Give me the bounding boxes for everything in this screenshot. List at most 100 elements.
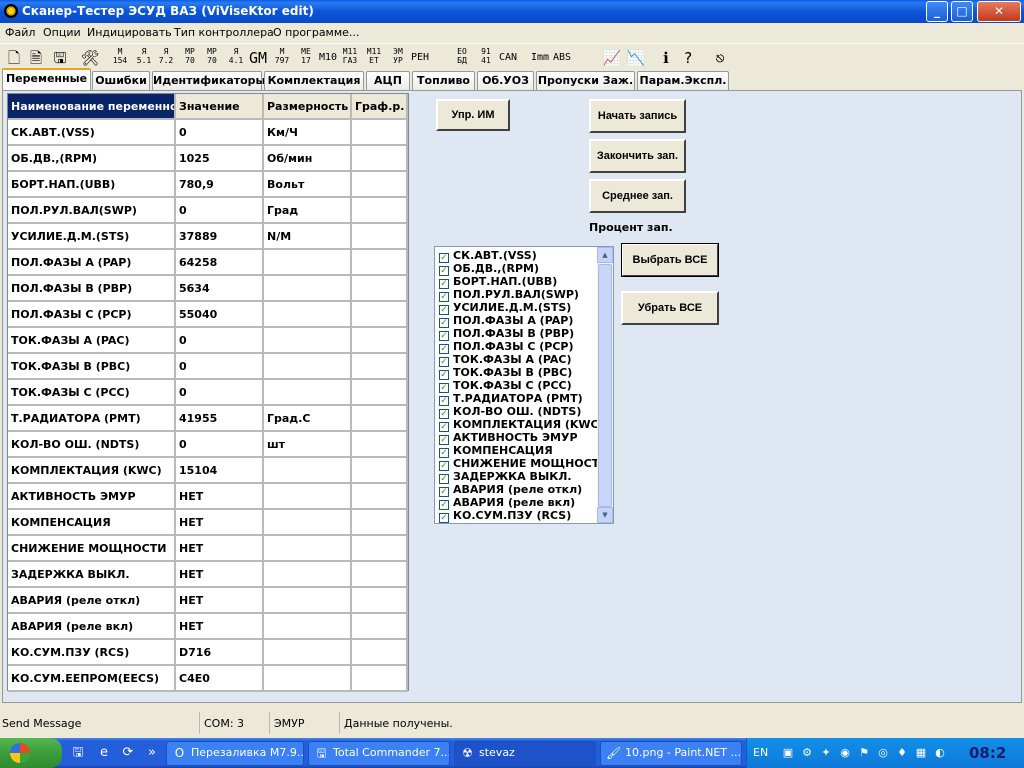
language-indicator[interactable]: EN (753, 746, 768, 759)
mp70b-icon[interactable]: MP 70 (202, 47, 222, 69)
imm-icon[interactable]: Imm (530, 47, 550, 69)
grid-row[interactable]: ПОЛ.РУЛ.ВАЛ(SWP) 0 Град (8, 198, 408, 224)
checklist-item[interactable]: ✓ ТОК.ФАЗЫ C (PCC) (439, 379, 572, 393)
exit-icon[interactable]: ⎋ (710, 47, 730, 69)
minimize-button[interactable]: _ (926, 1, 948, 22)
grid-row[interactable]: АВАРИЯ (реле вкл) НЕТ (8, 614, 408, 640)
reh-icon[interactable]: РЕН (410, 47, 430, 69)
checklist-item[interactable]: ✓ ТОК.ФАЗЫ А (PAC) (439, 353, 572, 367)
m11gaz-icon[interactable]: M11 ГАЗ (340, 47, 360, 69)
grid-row[interactable]: СК.АВТ.(VSS) 0 Км/Ч (8, 120, 408, 146)
tray-icon[interactable]: ◐ (933, 746, 947, 760)
doc-icon[interactable]: 🗎 (26, 47, 46, 69)
grid-row[interactable]: КО.СУМ.ПЗУ (RCS) D716 (8, 640, 408, 666)
tray-icon[interactable]: ♦ (895, 746, 909, 760)
grid-row[interactable]: КОЛ-ВО ОШ. (NDTS) 0 шт (8, 432, 408, 458)
tray-icon[interactable]: ⚙ (800, 746, 814, 760)
emur-icon[interactable]: ЭМ УР (388, 47, 408, 69)
grid-row[interactable]: АКТИВНОСТЬ ЭМУР НЕТ (8, 484, 408, 510)
checklist-item[interactable]: ✓ ПОЛ.ФАЗЫ C (PCP) (439, 340, 574, 354)
quicklaunch-app-icon[interactable]: ⟳ (120, 745, 136, 761)
m11et-icon[interactable]: M11 ET (364, 47, 384, 69)
maximize-button[interactable]: □ (951, 1, 973, 22)
m154-icon[interactable]: M 154 (110, 47, 130, 69)
checklist-item[interactable]: ✓ КОМПЕНСАЦИЯ (439, 444, 553, 458)
grid-row[interactable]: АВАРИЯ (реле откл) НЕТ (8, 588, 408, 614)
chart1-icon[interactable]: 📈 (602, 47, 622, 69)
tray-icon[interactable]: ⚑ (857, 746, 871, 760)
grid-row[interactable]: ТОК.ФАЗЫ B (PBC) 0 (8, 354, 408, 380)
grid-row[interactable]: ТОК.ФАЗЫ А (PAC) 0 (8, 328, 408, 354)
tab-identifiers[interactable]: Идентификаторы (152, 71, 266, 90)
checklist-item[interactable]: ✓ БОРТ.НАП.(UBB) (439, 275, 557, 289)
grid-row[interactable]: КОМПЛЕКТАЦИЯ (KWC) 15104 (8, 458, 408, 484)
taskbar-task[interactable]: O Перезаливка М7.9... (166, 741, 304, 766)
mp70a-icon[interactable]: MP 70 (180, 47, 200, 69)
quicklaunch-desktop-icon[interactable]: 🖫 (70, 745, 86, 761)
checklist-item[interactable]: ✓ ОБ.ДВ.,(RPM) (439, 262, 539, 276)
checklist-item[interactable]: ✓ СНИЖЕНИЕ МОЩНОСТИ (439, 457, 608, 471)
variables-grid[interactable]: Наименование переменной Значение Размернос… (7, 93, 409, 692)
checklist-item[interactable]: ✓ АВАРИЯ (реле вкл) (439, 496, 575, 510)
new-doc-icon[interactable]: 🗋 (4, 47, 24, 69)
grid-row[interactable]: СНИЖЕНИЕ МОЩНОСТИ НЕТ (8, 536, 408, 562)
checklist-item[interactable]: ✓ АКТИВНОСТЬ ЭМУР (439, 431, 578, 445)
start-button[interactable] (0, 738, 62, 768)
checklist-item[interactable]: ✓ ПОЛ.ФАЗЫ B (PBP) (439, 327, 574, 341)
tab-errors[interactable]: Ошибки (92, 71, 150, 90)
tab-configuration[interactable]: Комплектация (264, 71, 364, 90)
91-41-icon[interactable]: 91 41 (476, 47, 496, 69)
grid-header-cell[interactable]: Размерность (264, 94, 352, 120)
average-recording-button[interactable]: Среднее зап. (589, 179, 686, 213)
checklist-scrollbar[interactable]: ▲ ▼ (597, 247, 613, 523)
menu-about[interactable]: О программе... (273, 26, 359, 39)
checklist-item[interactable]: ✓ СК.АВТ.(VSS) (439, 249, 537, 263)
me17-icon[interactable]: ME 17 (296, 47, 316, 69)
grid-header-cell[interactable]: Граф.р. (352, 94, 408, 120)
tab-ignition-advance[interactable]: Об.УОЗ (477, 71, 534, 90)
grid-row[interactable]: КО.СУМ.ЕЕПРОМ(EECS) C4E0 (8, 666, 408, 692)
menu-file[interactable]: Файл (5, 26, 35, 39)
tab-operating-params[interactable]: Парам.Экспл. (637, 71, 729, 90)
tab-fuel[interactable]: Топливо (412, 71, 475, 90)
ya41-icon[interactable]: Я 4.1 (226, 47, 246, 69)
grid-row[interactable]: ПОЛ.ФАЗЫ C (PCP) 55040 (8, 302, 408, 328)
checklist-item[interactable]: ✓ ПОЛ.РУЛ.ВАЛ(SWP) (439, 288, 579, 302)
tray-icon[interactable]: ▣ (781, 746, 795, 760)
grid-row[interactable]: БОРТ.НАП.(UBB) 780,9 Вольт (8, 172, 408, 198)
tab-misfires[interactable]: Пропуски Заж. (536, 71, 635, 90)
tray-icon[interactable]: ▦ (914, 746, 928, 760)
grid-header-cell[interactable]: Значение (176, 94, 264, 120)
grid-row[interactable]: ПОЛ.ФАЗЫ А (PAP) 64258 (8, 250, 408, 276)
can-icon[interactable]: CAN (498, 47, 518, 69)
checklist-item[interactable]: ✓ КО.СУМ.ПЗУ (RCS) (439, 509, 571, 523)
eo-bd-icon[interactable]: ЕО БД (452, 47, 472, 69)
start-recording-button[interactable]: Начать запись (589, 99, 686, 133)
menu-display[interactable]: Индицировать (87, 26, 172, 39)
menu-controller-type[interactable]: Тип контроллера (174, 26, 274, 39)
actuator-control-button[interactable]: Упр. ИМ (436, 99, 510, 131)
grid-row[interactable]: КОМПЕНСАЦИЯ НЕТ (8, 510, 408, 536)
chart2-icon[interactable]: 📉 (626, 47, 646, 69)
scroll-up-arrow[interactable]: ▲ (597, 247, 613, 263)
scroll-thumb[interactable] (598, 264, 612, 507)
deselect-all-button[interactable]: Убрать ВСЕ (621, 291, 719, 325)
taskbar-task[interactable]: 🖫 Total Commander 7... (308, 741, 450, 766)
clock[interactable]: 08:2 (969, 744, 1006, 762)
select-all-button[interactable]: Выбрать ВСЕ (621, 243, 719, 277)
taskbar-task[interactable]: 🖌 10.png - Paint.NET ... (600, 741, 742, 766)
menu-options[interactable]: Опции (43, 26, 81, 39)
grid-row[interactable]: ЗАДЕРЖКА ВЫКЛ. НЕТ (8, 562, 408, 588)
checklist-item[interactable]: ✓ ЗАДЕРЖКА ВЫКЛ. (439, 470, 572, 484)
checklist-item[interactable]: ✓ Т.РАДИАТОРА (PMT) (439, 392, 583, 406)
grid-row[interactable]: ПОЛ.ФАЗЫ B (PBP) 5634 (8, 276, 408, 302)
ya72-icon[interactable]: Я 7.2 (156, 47, 176, 69)
checklist-item[interactable]: ✓КО.СУМ.ЕЕПРОМ(EECS) (439, 522, 601, 523)
checklist-item[interactable]: ✓ ПОЛ.ФАЗЫ А (PAP) (439, 314, 573, 328)
ya51-icon[interactable]: Я 5.1 (134, 47, 154, 69)
stop-recording-button[interactable]: Закончить зап. (589, 139, 686, 173)
info-icon[interactable]: ℹ (656, 47, 676, 69)
help-icon[interactable]: ? (678, 47, 698, 69)
tab-variables[interactable]: Переменные (2, 68, 91, 90)
scroll-down-arrow[interactable]: ▼ (597, 507, 613, 523)
